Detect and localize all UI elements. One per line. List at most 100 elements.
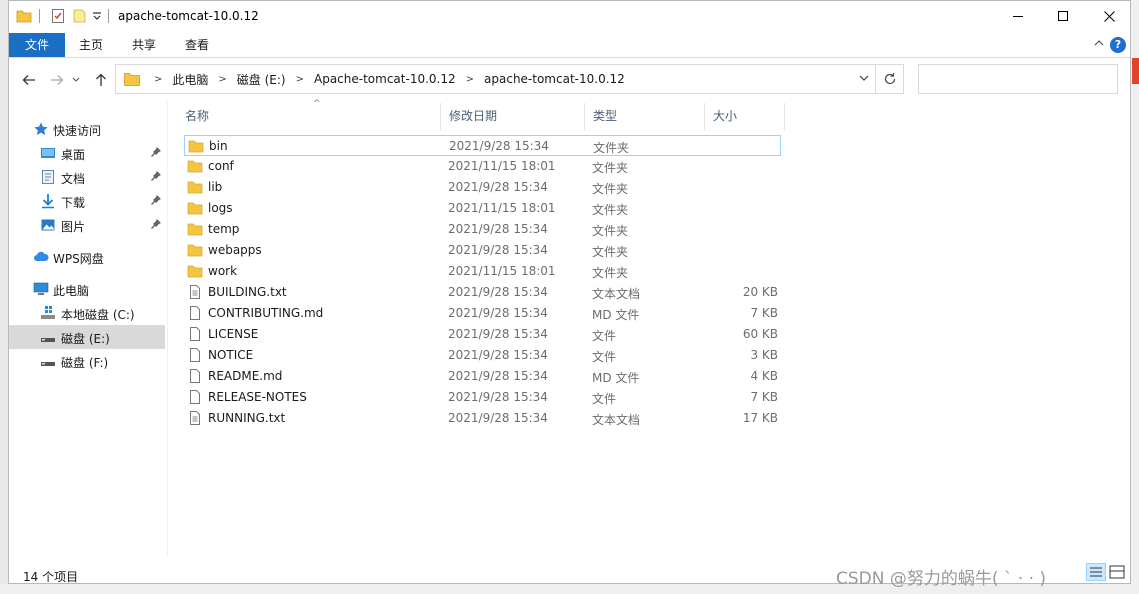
file-row[interactable]: LICENSE 2021/9/28 15:34 文件 60 KB	[184, 324, 781, 345]
file-row[interactable]: CONTRIBUTING.md 2021/9/28 15:34 MD 文件 7 KB	[184, 303, 781, 324]
navigation-pane: 快速访问 桌面 文档 下载 图片 WPS网盘 此电脑 本地磁盘 (C:) 磁盘 …	[9, 101, 167, 556]
folder-icon	[187, 181, 203, 194]
close-button[interactable]	[1086, 1, 1130, 31]
file-name: CONTRIBUTING.md	[208, 306, 324, 320]
file-name: temp	[208, 222, 240, 236]
file-icon	[190, 306, 200, 320]
column-header-name[interactable]: 名称	[177, 101, 441, 131]
column-separator[interactable]	[784, 103, 785, 131]
folder-icon	[187, 265, 203, 278]
refresh-icon	[884, 73, 895, 85]
folder-icon	[188, 140, 204, 153]
help-icon[interactable]: ?	[1110, 37, 1126, 53]
column-header-type[interactable]: 类型	[585, 101, 705, 131]
pane-divider[interactable]	[167, 101, 168, 556]
forward-button[interactable]	[46, 69, 68, 91]
file-row[interactable]: NOTICE 2021/9/28 15:34 文件 3 KB	[184, 345, 781, 366]
chevron-down-icon[interactable]	[859, 74, 869, 82]
file-row[interactable]: logs 2021/11/15 18:01 文件夹	[184, 198, 781, 219]
nav-this-pc[interactable]: 此电脑	[9, 277, 165, 301]
minimize-button[interactable]	[995, 1, 1041, 31]
search-input[interactable]	[918, 64, 1118, 94]
file-date: 2021/9/28 15:34	[448, 243, 548, 257]
item-count: 14 个项目	[23, 570, 79, 584]
download-icon	[42, 194, 54, 209]
ribbon-tabs: 文件 主页 共享 查看 ?	[9, 31, 1130, 58]
file-type: MD 文件	[592, 371, 640, 385]
details-view-icon[interactable]	[1086, 563, 1106, 581]
breadcrumb-drive-e[interactable]: 磁盘 (E:)	[237, 71, 286, 88]
nav-quick-access[interactable]: 快速访问	[9, 117, 165, 141]
up-button[interactable]	[90, 69, 112, 91]
folder-icon	[187, 160, 203, 173]
background-page-right	[1131, 0, 1139, 594]
new-folder-icon[interactable]	[72, 8, 88, 24]
file-name: work	[208, 264, 238, 278]
tab-share[interactable]: 共享	[117, 33, 171, 57]
chevron-down-icon	[72, 77, 80, 82]
file-type: 文件夹	[593, 141, 630, 155]
breadcrumb-this-pc[interactable]: 此电脑	[172, 71, 208, 88]
column-header-size[interactable]: 大小	[705, 101, 785, 131]
file-type: 文件夹	[592, 182, 629, 196]
nav-local-disk-c[interactable]: 本地磁盘 (C:)	[9, 301, 165, 325]
tab-file[interactable]: 文件	[9, 33, 65, 57]
recent-locations-button[interactable]	[69, 69, 83, 91]
file-icon	[190, 348, 200, 362]
large-icons-view-icon[interactable]	[1108, 564, 1126, 580]
breadcrumb-separator-icon[interactable]: >	[218, 74, 226, 85]
breadcrumb-separator-icon[interactable]: >	[296, 74, 304, 85]
address-bar[interactable]: > 此电脑 > 磁盘 (E:) > Apache-tomcat-10.0.12 …	[115, 64, 876, 94]
pin-icon[interactable]	[151, 147, 161, 157]
file-row[interactable]: temp 2021/9/28 15:34 文件夹	[184, 219, 781, 240]
title-separator	[108, 9, 109, 23]
expand-ribbon-icon[interactable]	[1094, 39, 1104, 47]
nav-pictures[interactable]: 图片	[9, 213, 165, 237]
file-name: conf	[208, 159, 234, 173]
file-type: MD 文件	[592, 308, 640, 322]
tab-home[interactable]: 主页	[65, 33, 117, 57]
file-row[interactable]: RELEASE-NOTES 2021/9/28 15:34 文件 7 KB	[184, 387, 781, 408]
background-red-strip	[1132, 58, 1139, 84]
file-name: bin	[209, 139, 228, 153]
nav-wps-cloud[interactable]: WPS网盘	[9, 245, 165, 269]
title-bar: apache-tomcat-10.0.12	[9, 1, 1130, 31]
file-row[interactable]: webapps 2021/9/28 15:34 文件夹	[184, 240, 781, 261]
properties-icon[interactable]	[50, 8, 66, 24]
pin-icon[interactable]	[151, 195, 161, 205]
breadcrumb-apache-tomcat-current[interactable]: apache-tomcat-10.0.12	[484, 72, 625, 86]
back-button[interactable]	[18, 69, 40, 91]
file-type: 文件	[592, 350, 617, 364]
file-date: 2021/9/28 15:34	[448, 285, 548, 299]
nav-drive-e[interactable]: 磁盘 (E:)	[9, 325, 165, 349]
breadcrumb-separator-icon[interactable]: >	[466, 74, 474, 85]
nav-downloads[interactable]: 下载	[9, 189, 165, 213]
forward-arrow-icon	[51, 75, 64, 85]
close-icon	[1103, 10, 1115, 22]
nav-documents[interactable]: 文档	[9, 165, 165, 189]
breadcrumb-apache-tomcat-parent[interactable]: Apache-tomcat-10.0.12	[314, 72, 456, 86]
file-size: 17 KB	[742, 411, 778, 425]
chevron-down-icon[interactable]	[92, 10, 102, 22]
maximize-button[interactable]	[1040, 1, 1086, 31]
file-row[interactable]: lib 2021/9/28 15:34 文件夹	[184, 177, 781, 198]
file-row[interactable]: BUILDING.txt 2021/9/28 15:34 文本文档 20 KB	[184, 282, 781, 303]
file-row[interactable]: work 2021/11/15 18:01 文件夹	[184, 261, 781, 282]
nav-desktop[interactable]: 桌面	[9, 141, 165, 165]
nav-drive-f[interactable]: 磁盘 (F:)	[9, 349, 165, 373]
folder-icon	[187, 223, 203, 236]
file-row[interactable]: bin 2021/9/28 15:34 文件夹	[184, 135, 781, 156]
file-type: 文件夹	[592, 203, 629, 217]
file-name: BUILDING.txt	[208, 285, 287, 299]
drive-icon	[41, 338, 55, 342]
tab-view[interactable]: 查看	[171, 33, 223, 57]
nav-label: 文档	[61, 172, 86, 186]
pin-icon[interactable]	[151, 219, 161, 229]
file-row[interactable]: RUNNING.txt 2021/9/28 15:34 文本文档 17 KB	[184, 408, 781, 429]
file-size: 20 KB	[742, 285, 778, 299]
column-header-date[interactable]: 修改日期	[441, 101, 585, 131]
file-row[interactable]: README.md 2021/9/28 15:34 MD 文件 4 KB	[184, 366, 781, 387]
refresh-button[interactable]	[876, 64, 904, 94]
pin-icon[interactable]	[151, 171, 161, 181]
file-row[interactable]: conf 2021/11/15 18:01 文件夹	[184, 156, 781, 177]
